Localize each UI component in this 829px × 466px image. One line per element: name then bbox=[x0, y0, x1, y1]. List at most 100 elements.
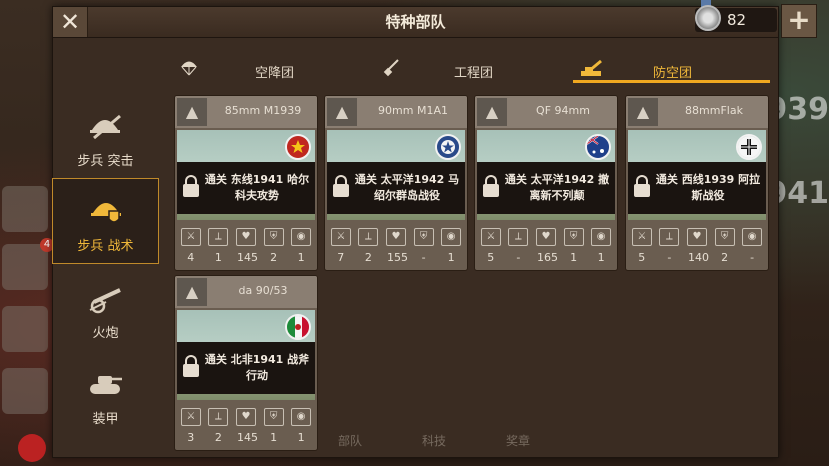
sidebar-item-artillery[interactable]: 火炮 bbox=[52, 266, 159, 352]
eye-icon: ◉ bbox=[591, 228, 612, 246]
unit-card[interactable]: ▲ 88mmFlak 通关 西线1939 阿拉斯战役 ⚔ ⟂ ♥ ⛨ ◉ 5 - 140 2 - bbox=[625, 95, 769, 271]
add-currency-button[interactable]: + bbox=[781, 4, 817, 38]
unit-card[interactable]: ▲ 90mm M1A1 通关 太平洋1942 马绍尔群岛战役 ⚔ ⟂ ♥ ⛨ ◉ 7 2 155- 1 bbox=[324, 95, 468, 271]
eye-icon: ◉ bbox=[441, 228, 462, 246]
stat-value: 7 bbox=[337, 251, 345, 264]
aa-unit-icon: ▲ bbox=[628, 98, 658, 126]
attack-icon: ⚔ bbox=[631, 228, 652, 246]
star-emblem-icon bbox=[18, 434, 46, 462]
stat-value: 2 bbox=[721, 251, 729, 264]
stat-value: - bbox=[750, 251, 755, 264]
attack-icon: ⚔ bbox=[180, 408, 201, 426]
video-button[interactable] bbox=[2, 244, 48, 290]
stat-value: 1 bbox=[270, 431, 278, 444]
title-bar: ✕ 特种部队 bbox=[53, 7, 778, 38]
stat-value: 1 bbox=[570, 251, 578, 264]
stat-values-row: 7 2 155- 1 bbox=[327, 249, 465, 267]
trophy-button[interactable] bbox=[2, 368, 48, 414]
aa-unit-icon: ▲ bbox=[327, 98, 357, 126]
eye-icon: ◉ bbox=[291, 228, 312, 246]
sidebar-item-label: 步兵 突击 bbox=[77, 154, 134, 169]
unlock-requirement: 通关 太平洋1942 马绍尔群岛战役 bbox=[354, 173, 460, 202]
artillery-icon bbox=[86, 282, 124, 314]
stat-value: 155 bbox=[386, 251, 408, 264]
stat-values-row: 5 - 140 2 - bbox=[628, 249, 766, 267]
sidebar-item-label: 步兵 战术 bbox=[77, 239, 134, 254]
sidebar-item-label: 装甲 bbox=[92, 412, 119, 427]
aa-unit-icon: ▲ bbox=[177, 278, 207, 306]
stat-value: 140 bbox=[687, 251, 709, 264]
aa-unit-icon: ▲ bbox=[177, 98, 207, 126]
boot-icon: ⟂ bbox=[208, 228, 229, 246]
shield-icon: ⛨ bbox=[263, 228, 284, 246]
italy-flag-icon bbox=[285, 314, 311, 340]
germany-flag-icon bbox=[736, 134, 762, 160]
lock-icon bbox=[634, 175, 650, 199]
stat-icons-row: ⚔ ⟂ ♥ ⛨ ◉ bbox=[477, 228, 615, 248]
unit-card[interactable]: ▲ da 90/53 通关 北非1941 战斧行动 ⚔ ⟂ ♥ ⛨ ◉ 3 2 145 1 1 bbox=[174, 275, 318, 451]
unlock-requirement: 通关 东线1941 哈尔科夫攻势 bbox=[204, 173, 310, 202]
heart-icon: ♥ bbox=[235, 228, 256, 246]
eye-icon: ◉ bbox=[742, 228, 763, 246]
attack-icon: ⚔ bbox=[330, 228, 351, 246]
tab-airborne[interactable]: 空降团 bbox=[165, 56, 365, 84]
lock-icon bbox=[183, 355, 199, 379]
stat-value: 3 bbox=[187, 431, 195, 444]
stat-value: 5 bbox=[487, 251, 495, 264]
unit-card[interactable]: ▲ 85mm M1939 通关 东线1941 哈尔科夫攻势 ⚔ ⟂ ♥ ⛨ ◉ 4 1 145 2 1 bbox=[174, 95, 318, 271]
stat-value: 145 bbox=[236, 431, 258, 444]
locked-overlay: 通关 东线1941 哈尔科夫攻势 bbox=[177, 162, 315, 214]
unlock-requirement: 通关 太平洋1942 撤离新不列颠 bbox=[504, 173, 610, 202]
tank-icon bbox=[86, 368, 124, 400]
heart-icon: ♥ bbox=[535, 228, 556, 246]
heart-icon: ♥ bbox=[385, 228, 406, 246]
tab-label: 工程团 bbox=[454, 66, 494, 81]
boot-icon: ⟂ bbox=[358, 228, 379, 246]
stat-value: 1 bbox=[297, 431, 305, 444]
boot-icon: ⟂ bbox=[508, 228, 529, 246]
attack-icon: ⚔ bbox=[480, 228, 501, 246]
shield-icon: ⛨ bbox=[563, 228, 584, 246]
stat-value: 145 bbox=[236, 251, 258, 264]
tactical-helmet-icon bbox=[87, 195, 125, 227]
stat-value: 1 bbox=[597, 251, 605, 264]
bg-nav-units: 部队 bbox=[337, 434, 362, 448]
unit-name: 85mm M1939 bbox=[224, 104, 302, 117]
stats-button[interactable] bbox=[2, 306, 48, 352]
stat-value: - bbox=[421, 251, 426, 264]
aa-gun-icon bbox=[579, 58, 605, 82]
tab-engineers[interactable]: 工程团 bbox=[370, 56, 570, 84]
unit-type-tabs: 空降团 工程团 防空团 bbox=[165, 56, 770, 84]
stat-value: 2 bbox=[214, 431, 222, 444]
lock-icon bbox=[483, 175, 499, 199]
shield-icon: ⛨ bbox=[714, 228, 735, 246]
attack-icon: ⚔ bbox=[180, 228, 201, 246]
sidebar-item-infantry-tactical[interactable]: 步兵 战术 bbox=[52, 178, 159, 264]
locked-overlay: 通关 太平洋1942 马绍尔群岛战役 bbox=[327, 162, 465, 214]
panel-title: 特种部队 bbox=[385, 13, 446, 31]
bg-nav-medals: 奖章 bbox=[505, 434, 530, 448]
parachute-icon bbox=[179, 58, 199, 82]
lock-icon bbox=[183, 175, 199, 199]
sidebar-item-armor[interactable]: 装甲 bbox=[52, 352, 159, 438]
unit-name: da 90/53 bbox=[238, 284, 288, 297]
ussr-flag-icon bbox=[285, 134, 311, 160]
stat-icons-row: ⚔ ⟂ ♥ ⛨ ◉ bbox=[177, 228, 315, 248]
stat-value: 165 bbox=[536, 251, 558, 264]
unlock-requirement: 通关 北非1941 战斧行动 bbox=[204, 353, 310, 382]
tab-label: 防空团 bbox=[653, 66, 693, 81]
stat-values-row: 4 1 145 2 1 bbox=[177, 249, 315, 267]
boot-icon: ⟂ bbox=[208, 408, 229, 426]
stat-values-row: 5 - 165 1 1 bbox=[477, 249, 615, 267]
stat-value: 5 bbox=[638, 251, 646, 264]
stat-value: 2 bbox=[270, 251, 278, 264]
sidebar-item-infantry-assault[interactable]: 步兵 突击 bbox=[52, 94, 159, 180]
stat-value: 1 bbox=[447, 251, 455, 264]
unit-card[interactable]: ▲ QF 94mm 通关 太平洋1942 撤离新不列颠 ⚔ ⟂ ♥ ⛨ ◉ 5 - 165 1 1 bbox=[474, 95, 618, 271]
heart-icon: ♥ bbox=[686, 228, 707, 246]
share-button[interactable] bbox=[2, 186, 48, 232]
eye-icon: ◉ bbox=[291, 408, 312, 426]
assault-helmet-icon bbox=[86, 110, 124, 142]
unit-name: QF 94mm bbox=[536, 104, 590, 117]
aa-unit-icon: ▲ bbox=[477, 98, 507, 126]
